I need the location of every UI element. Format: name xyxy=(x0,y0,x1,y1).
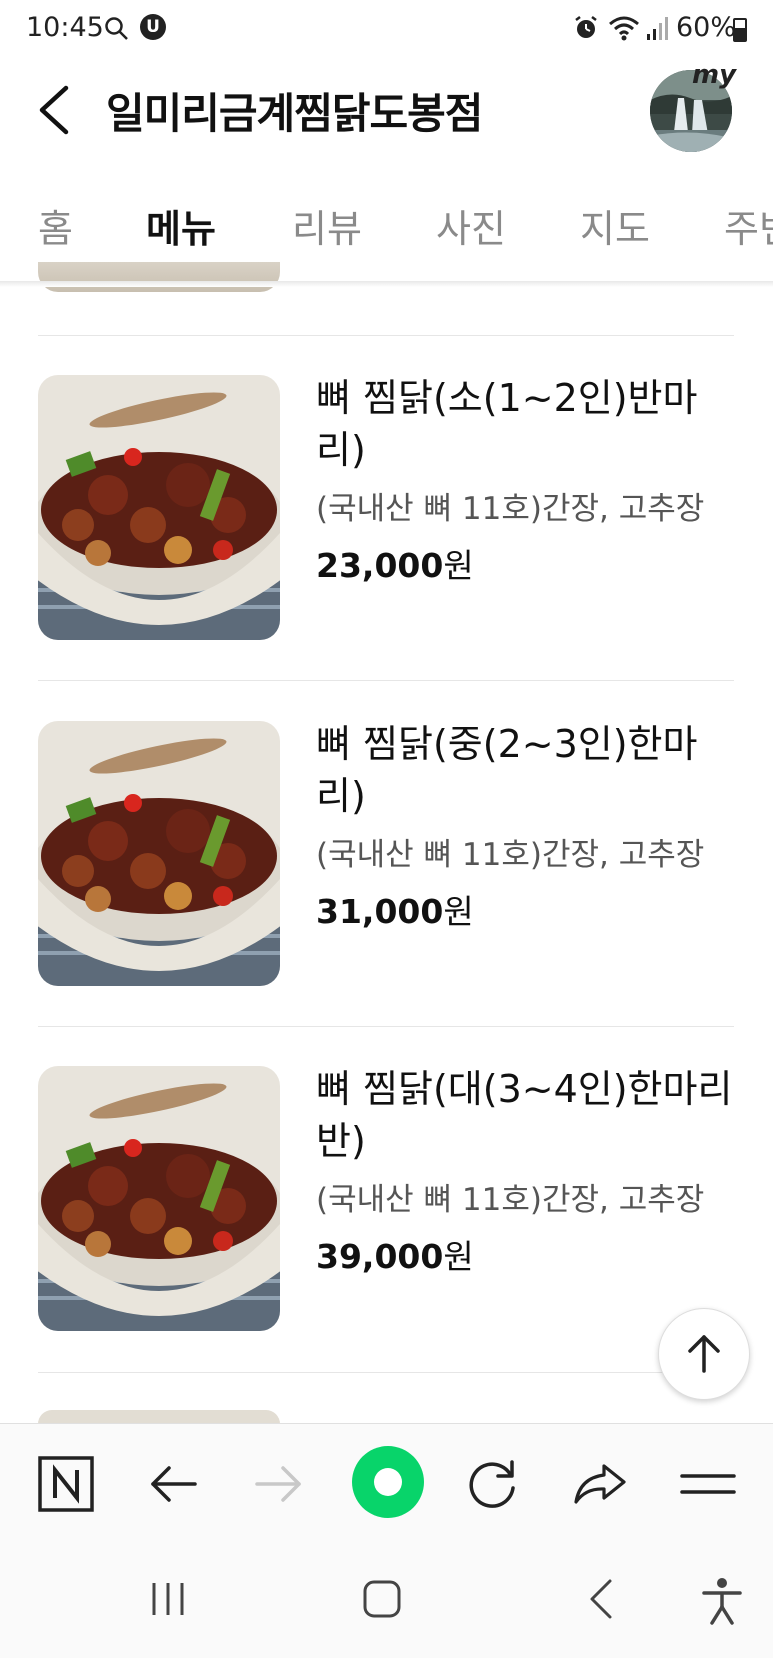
dish-image xyxy=(38,721,280,986)
menu-item[interactable]: 뼈 찜닭(중(2~3인)한마리) (국내산 뼈 11호)간장, 고추장 31,0… xyxy=(0,681,773,1026)
menu-item-name: 뼈 찜닭(대(3~4인)한마리반) xyxy=(316,1067,733,1163)
nav-back-icon[interactable] xyxy=(580,1577,624,1621)
price-value: 39,000 xyxy=(316,1237,444,1276)
refresh-icon[interactable] xyxy=(460,1452,524,1516)
back-arrow-icon[interactable] xyxy=(141,1452,205,1516)
home-icon[interactable] xyxy=(360,1577,404,1621)
page-title: 일미리금계찜닭도봉점 xyxy=(106,89,483,138)
dish-image xyxy=(38,1066,280,1331)
wifi-icon xyxy=(609,16,639,41)
battery-icon xyxy=(733,18,747,42)
recent-apps-icon[interactable] xyxy=(146,1577,190,1621)
forward-arrow-icon[interactable] xyxy=(247,1452,311,1516)
price-value: 23,000 xyxy=(316,546,444,585)
back-button[interactable] xyxy=(34,82,74,138)
menu-item[interactable]: 뼈 찜닭(대(3~4인)한마리반) (국내산 뼈 11호)간장, 고추장 39,… xyxy=(0,1027,773,1372)
menu-item-name: 뼈 찜닭(중(2~3인)한마리) xyxy=(316,722,698,818)
share-icon[interactable] xyxy=(568,1452,632,1516)
search-icon xyxy=(105,17,128,40)
tab-map[interactable]: 지도 xyxy=(580,198,650,253)
menu-item-price: 31,000원 xyxy=(316,885,474,933)
profile-badge: my xyxy=(692,60,737,90)
status-time: 10:45 xyxy=(26,12,104,43)
menu-item-price: 23,000원 xyxy=(316,539,474,587)
arrow-up-icon xyxy=(688,1335,720,1373)
signal-icon xyxy=(647,17,668,40)
menu-icon[interactable] xyxy=(676,1452,740,1516)
menu-item-description: (국내산 뼈 11호)간장, 고추장 xyxy=(316,1182,705,1218)
price-value: 31,000 xyxy=(316,892,444,931)
menu-item-description: (국내산 뼈 11호)간장, 고추장 xyxy=(316,491,705,527)
green-dot-icon[interactable] xyxy=(352,1446,424,1518)
browser-toolbar xyxy=(0,1423,773,1542)
menu-item-price: 39,000원 xyxy=(316,1230,474,1278)
price-currency: 원 xyxy=(443,1237,474,1276)
dish-image xyxy=(38,375,280,640)
battery-percent: 60% xyxy=(676,12,737,43)
system-nav-bar xyxy=(0,1541,773,1658)
tab-menu[interactable]: 메뉴 xyxy=(146,198,216,253)
u-app-icon: U xyxy=(140,14,166,40)
alarm-icon xyxy=(575,16,597,38)
menu-item-name: 뼈 찜닭(소(1~2인)반마리) xyxy=(316,376,698,472)
tab-nearby[interactable]: 주변 xyxy=(724,198,773,253)
price-currency: 원 xyxy=(443,546,474,585)
accessibility-icon[interactable] xyxy=(700,1577,744,1625)
next-item-image xyxy=(38,1410,280,1424)
menu-item-description: (국내산 뼈 11호)간장, 고추장 xyxy=(316,837,705,873)
tab-photos[interactable]: 사진 xyxy=(436,198,506,253)
tab-home[interactable]: 홈 xyxy=(38,198,73,253)
price-currency: 원 xyxy=(443,892,474,931)
menu-item[interactable]: 뼈 찜닭(소(1~2인)반마리) (국내산 뼈 11호)간장, 고추장 23,0… xyxy=(0,336,773,680)
status-bar: 10:45 U 60% xyxy=(0,0,773,60)
previous-item-image xyxy=(38,262,280,292)
tab-reviews[interactable]: 리뷰 xyxy=(292,198,362,253)
naver-n-icon[interactable] xyxy=(34,1452,98,1516)
scroll-to-top-button[interactable] xyxy=(658,1308,750,1400)
tabs-shadow xyxy=(0,281,773,287)
divider xyxy=(38,1372,734,1373)
